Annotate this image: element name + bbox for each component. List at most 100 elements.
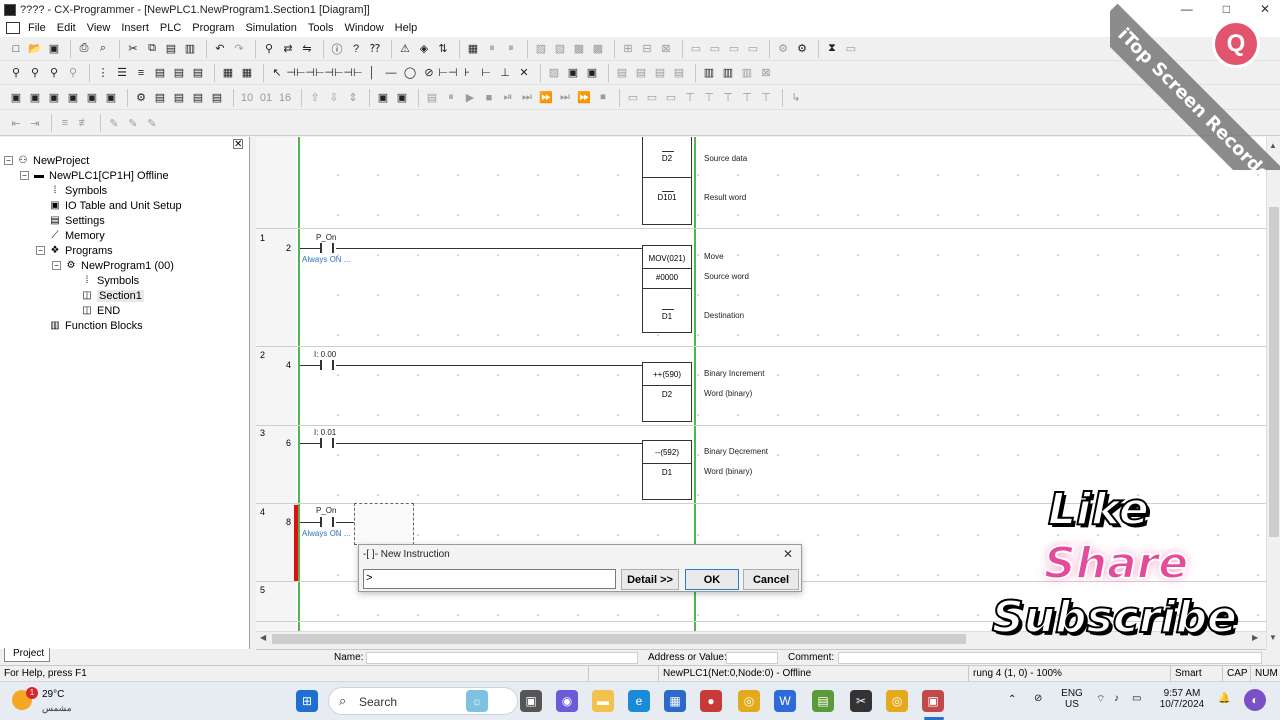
print-preview-icon[interactable]: ⌕: [95, 41, 111, 57]
list-icon[interactable]: ≡: [133, 65, 149, 81]
run-icon[interactable]: ▶: [462, 90, 478, 106]
word-icon[interactable]: W: [774, 690, 796, 712]
menu-tools[interactable]: Tools: [308, 22, 334, 34]
contact-i-0-00[interactable]: [320, 360, 334, 370]
program-check-icon[interactable]: ▨: [552, 41, 568, 57]
chrome-profile-icon[interactable]: ◎: [886, 690, 908, 712]
scan-step-icon[interactable]: ⏭: [557, 90, 573, 106]
simulator-icon[interactable]: ⚙: [775, 41, 791, 57]
scroll-left-arrow[interactable]: ◀: [260, 633, 266, 642]
scroll-down-arrow[interactable]: ▼: [1269, 633, 1277, 642]
show-comments-icon[interactable]: ▤: [171, 65, 187, 81]
step-ladder-icon[interactable]: ▨: [546, 65, 562, 81]
task-view-icon[interactable]: ▣: [520, 690, 542, 712]
select-icon[interactable]: ↖: [269, 65, 285, 81]
branch-2-icon[interactable]: ⊤: [701, 90, 717, 106]
menu-window[interactable]: Window: [345, 22, 384, 34]
watch-add-icon[interactable]: ▭: [625, 90, 641, 106]
symbols-icon[interactable]: ▣: [27, 90, 43, 106]
transfer-to-plc-icon[interactable]: ⇧: [307, 90, 323, 106]
view-diagram-icon[interactable]: ▦: [220, 65, 236, 81]
branch-3-icon[interactable]: ⊤: [720, 90, 736, 106]
force-on-icon[interactable]: ▩: [571, 41, 587, 57]
find-icon[interactable]: ⚲: [261, 41, 277, 57]
menu-help[interactable]: Help: [395, 22, 418, 34]
instruction-box-partial[interactable]: D2 D101: [642, 137, 692, 225]
expansion-icon[interactable]: ▥: [720, 65, 736, 81]
set-value-icon[interactable]: ⊞: [620, 41, 636, 57]
tree-expander-icon[interactable]: −: [52, 261, 61, 270]
address-field[interactable]: [726, 652, 778, 664]
time-chart-icon[interactable]: ▭: [745, 41, 761, 57]
edge-browser-icon[interactable]: e: [628, 690, 650, 712]
show-hidden-icons-chevron-icon[interactable]: ⌃: [1008, 694, 1016, 705]
grid-icon[interactable]: ⋮: [95, 65, 111, 81]
symbol-table-icon[interactable]: ▤: [633, 65, 649, 81]
cx-programmer-taskbar-icon[interactable]: ▣: [922, 690, 944, 712]
stop-step-icon[interactable]: ⏹: [595, 90, 611, 106]
compare-icon[interactable]: ▧: [533, 41, 549, 57]
help-icon[interactable]: ?: [348, 41, 364, 57]
force-off-icon[interactable]: ▩: [590, 41, 606, 57]
tree-item[interactable]: − ⚙ NewProgram1 (00): [4, 258, 182, 273]
zoom-in-icon[interactable]: ⚲: [27, 65, 43, 81]
window-tile-icon[interactable]: ▣: [84, 90, 100, 106]
close-view-icon[interactable]: ⊠: [758, 65, 774, 81]
coil-icon[interactable]: ◯: [402, 65, 418, 81]
io-view-icon[interactable]: ▭: [707, 41, 723, 57]
save-icon[interactable]: ▣: [46, 41, 62, 57]
menu-program[interactable]: Program: [192, 22, 234, 34]
detail-button[interactable]: Detail >>: [621, 569, 679, 590]
transfer-icon[interactable]: ⇅: [435, 41, 451, 57]
contact-no-icon[interactable]: ⊣⊢: [286, 65, 305, 81]
scroll-up-arrow[interactable]: ▲: [1269, 141, 1277, 150]
recorder-app-icon[interactable]: ●: [700, 690, 722, 712]
tool-a-icon[interactable]: ✎: [106, 115, 122, 131]
tree-item[interactable]: ▥ Function Blocks: [4, 318, 182, 333]
menu-file[interactable]: File: [28, 22, 46, 34]
ok-button[interactable]: OK: [685, 569, 739, 590]
menu-edit[interactable]: Edit: [57, 22, 76, 34]
outline-icon[interactable]: ⇤: [8, 115, 24, 131]
tree-item[interactable]: − ⚇ NewProject: [4, 153, 182, 168]
instruction-input[interactable]: >: [363, 569, 616, 589]
monitor-icon[interactable]: ◈: [416, 41, 432, 57]
indent-icon[interactable]: ⇥: [27, 115, 43, 131]
binary-icon[interactable]: 01: [258, 90, 274, 106]
start-simulation-icon[interactable]: ▣: [375, 90, 391, 106]
replace-icon[interactable]: ⇄: [280, 41, 296, 57]
cut-icon[interactable]: ✂: [125, 41, 141, 57]
tree-item[interactable]: ◫ END: [4, 303, 182, 318]
tree-item[interactable]: − ❖ Programs: [4, 243, 182, 258]
contact-p-on[interactable]: [320, 517, 334, 527]
taskbar-search[interactable]: ⌕ Search: [328, 687, 518, 715]
simulation-settings-icon[interactable]: ▣: [394, 90, 410, 106]
tree-item[interactable]: ⟋ Memory: [4, 228, 182, 243]
tree-item[interactable]: ⁞ Symbols: [4, 273, 182, 288]
compile-icon[interactable]: ▣: [46, 90, 62, 106]
tree-item[interactable]: ⁞ Symbols: [4, 183, 182, 198]
redo-icon[interactable]: ↷: [231, 41, 247, 57]
instruction-icon[interactable]: ⊢⊣: [438, 65, 457, 81]
transfer-from-plc-icon[interactable]: ⇩: [326, 90, 342, 106]
contact-or-no-icon[interactable]: ⊣⊢: [324, 65, 343, 81]
menu-insert[interactable]: Insert: [121, 22, 149, 34]
comment-field[interactable]: [838, 652, 1262, 664]
edit-online-icon[interactable]: ⊟: [639, 41, 655, 57]
context-help-icon[interactable]: ⁇: [367, 41, 383, 57]
windows-start-icon[interactable]: ⊞: [296, 690, 318, 712]
unit-icon[interactable]: ▥: [739, 65, 755, 81]
copy-icon[interactable]: ⧉: [144, 41, 160, 57]
tree-item[interactable]: ▣ IO Table and Unit Setup: [4, 198, 181, 213]
watch-clear-icon[interactable]: ▭: [663, 90, 679, 106]
scroll-right-arrow[interactable]: ▶: [1252, 633, 1258, 642]
continuous-step-icon[interactable]: ⏩: [576, 90, 592, 106]
vertical-line-icon[interactable]: │: [364, 65, 380, 81]
tree-item[interactable]: − ▬ NewPLC1[CP1H] Offline: [4, 168, 182, 183]
monitor-mode-icon[interactable]: ⏸: [503, 41, 519, 57]
tool-c-icon[interactable]: ✎: [144, 115, 160, 131]
scroll-thumb[interactable]: [1269, 207, 1279, 537]
view-mnemonic-icon[interactable]: ▦: [239, 65, 255, 81]
line-icon[interactable]: ⊥: [497, 65, 513, 81]
fb-st-icon[interactable]: ▤: [209, 90, 225, 106]
